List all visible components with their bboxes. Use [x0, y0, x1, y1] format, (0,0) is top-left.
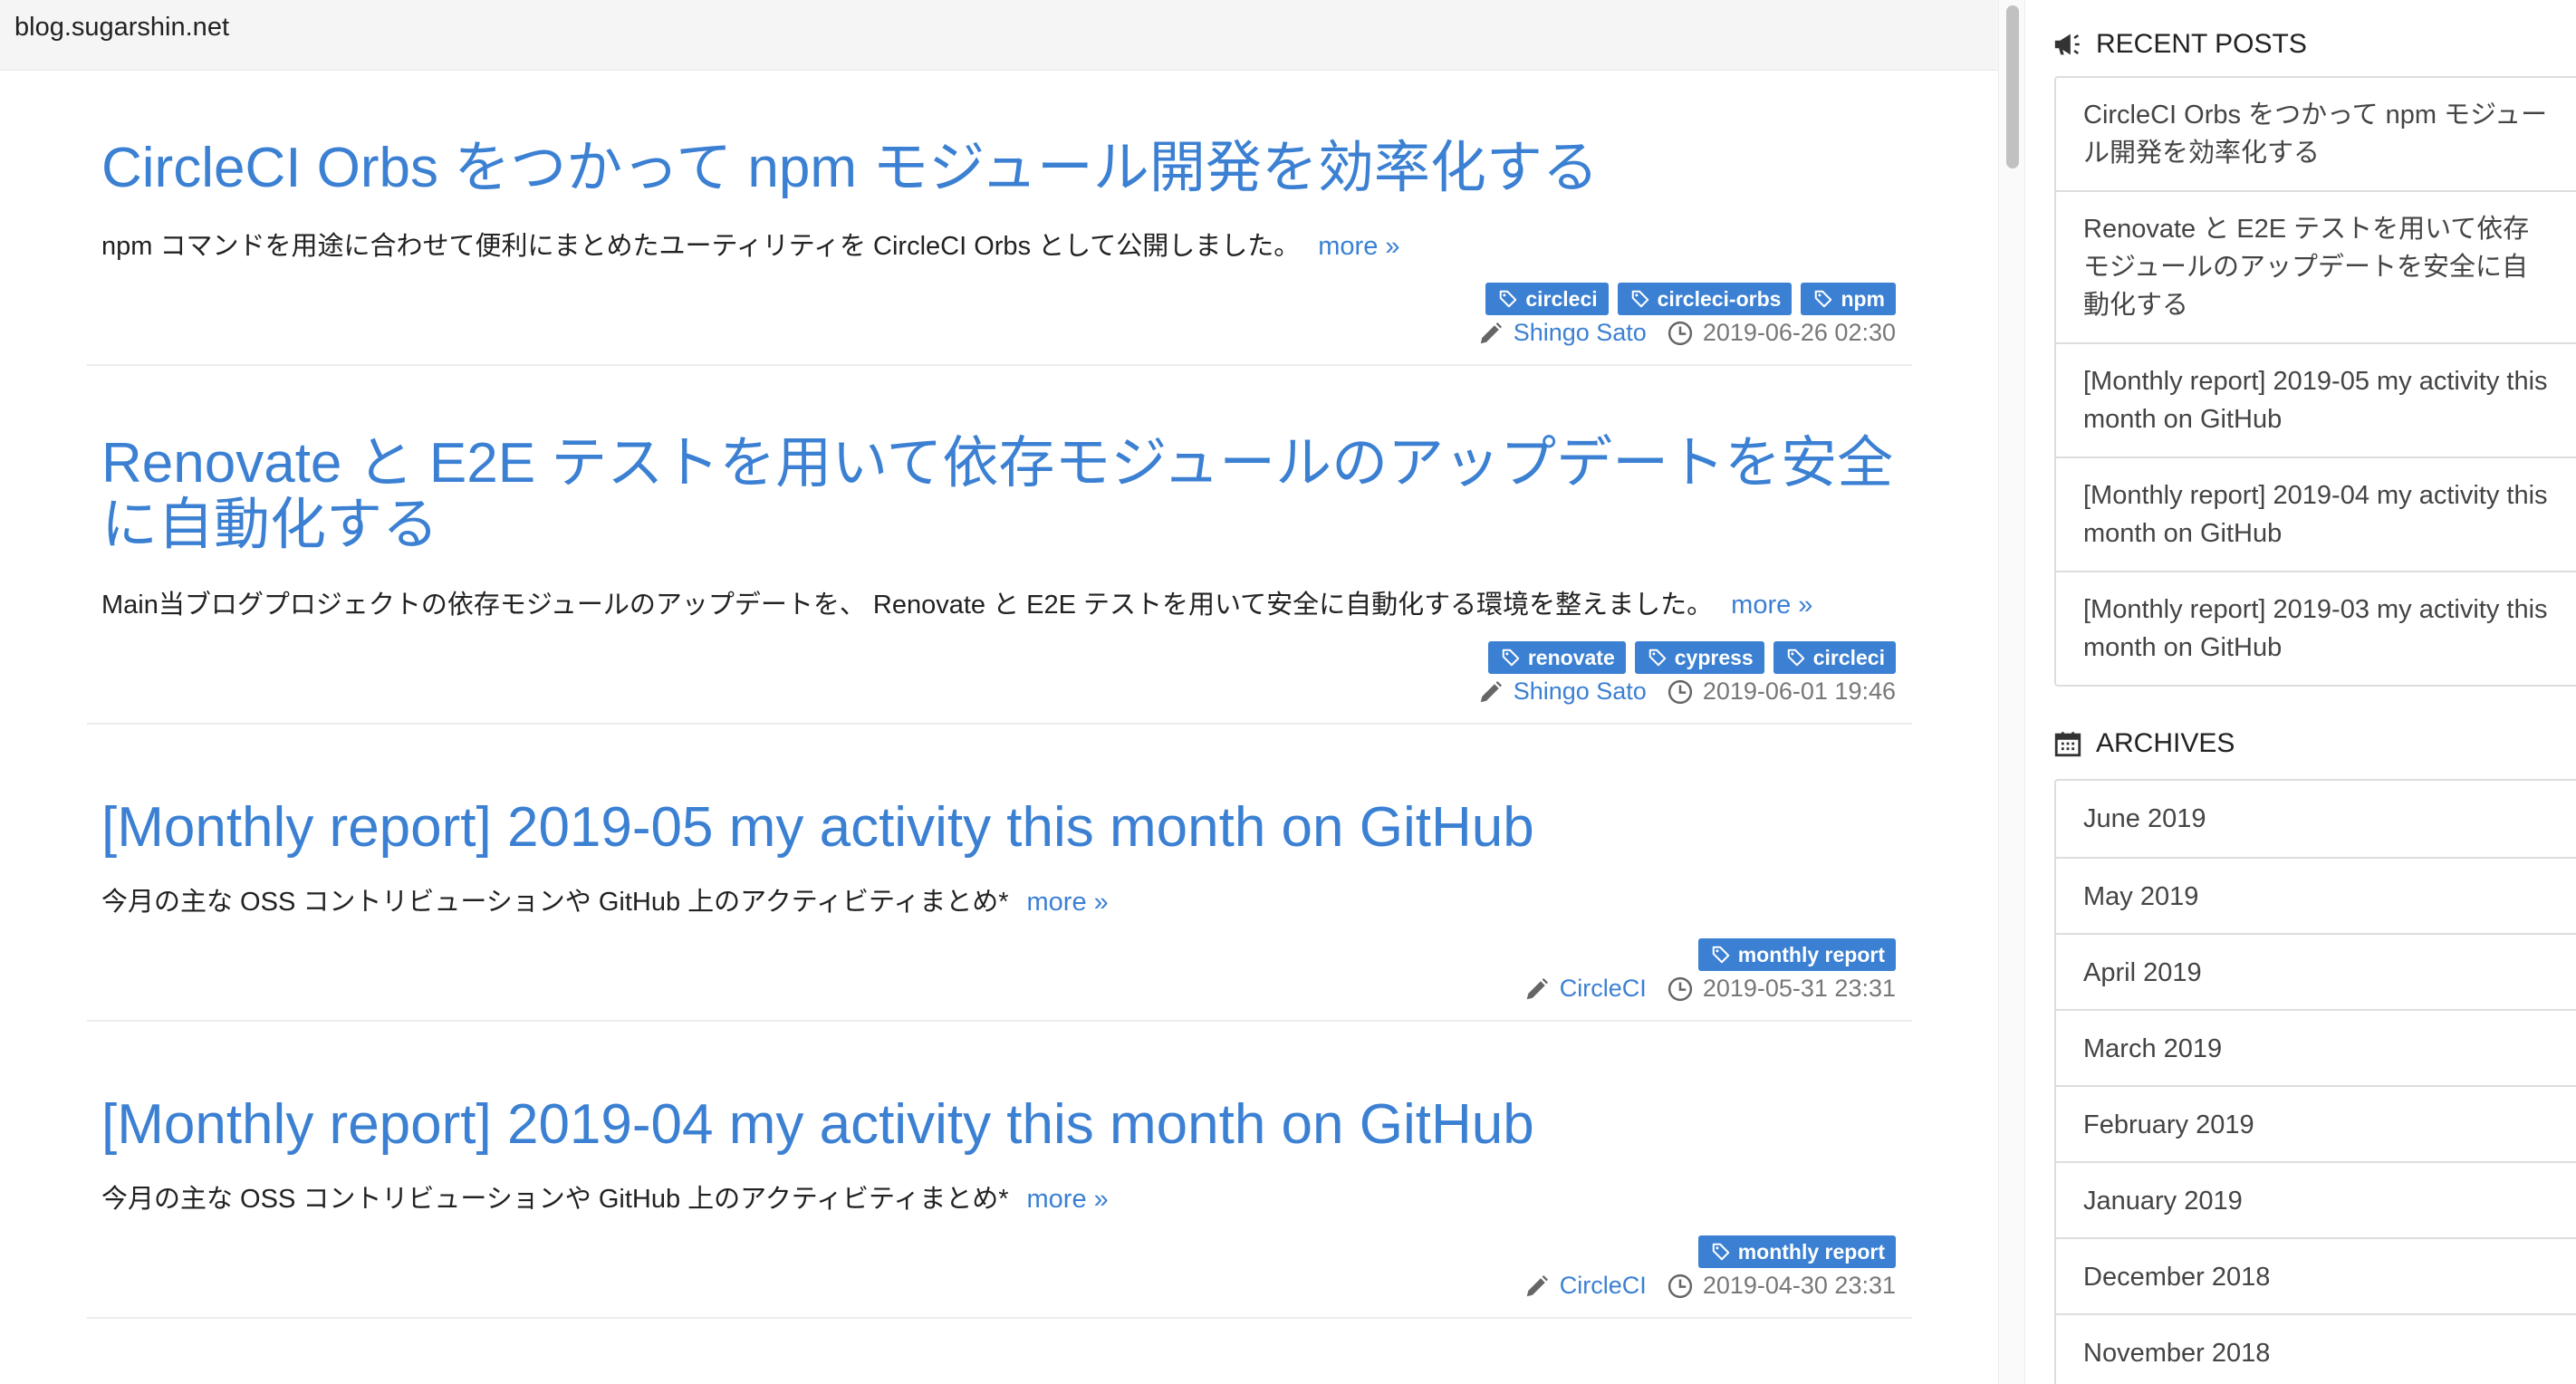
- post-author[interactable]: Shingo Sato: [1514, 678, 1647, 706]
- post-summary: 今月の主な OSS コントリビューションや GitHub 上のアクティビティまと…: [101, 880, 1109, 918]
- post-summary: npm コマンドを用途に合わせて便利にまとめたユーティリティを CircleCI…: [101, 225, 1400, 263]
- post-summary: Main当ブログプロジェクトの依存モジュールのアップデートを、 Renovate…: [101, 583, 1812, 621]
- post-summary-text: 今月の主な OSS コントリビューションや GitHub 上のアクティビティまと…: [101, 888, 1009, 917]
- post-item: CircleCI Orbs をつかって npm モジュール開発を効率化する np…: [87, 71, 1912, 366]
- page: blog.sugarshin.net CircleCI Orbs をつかって n…: [0, 0, 2576, 1384]
- post-list: CircleCI Orbs をつかって npm モジュール開発を効率化する np…: [0, 71, 1998, 1384]
- scrollbar[interactable]: [1998, 0, 2025, 1384]
- tag-icon: [1815, 290, 1832, 308]
- url-text[interactable]: blog.sugarshin.net: [14, 13, 229, 43]
- tag-list: renovate cypress circleci: [1487, 641, 1896, 674]
- post-title[interactable]: [Monthly report] 2019-04 my activity thi…: [101, 1094, 1895, 1156]
- post-date: 2019-05-31 23:31: [1702, 975, 1896, 1002]
- post-title[interactable]: CircleCI Orbs をつかって npm モジュール開発を効率化する: [101, 138, 1895, 199]
- post-summary-text: 今月の主な OSS コントリビューションや GitHub 上のアクティビティまと…: [101, 1185, 1009, 1214]
- tag-label: monthly report: [1737, 943, 1885, 966]
- clock-icon: [1668, 1273, 1692, 1298]
- tag-label: monthly report: [1737, 1240, 1885, 1264]
- recent-post-item[interactable]: Renovate と E2E テストを用いて依存モジュールのアップデートを安全に…: [2056, 190, 2576, 342]
- clock-icon: [1668, 321, 1692, 345]
- more-link[interactable]: more »: [1027, 888, 1109, 917]
- post-meta: Shingo Sato 2019-06-01 19:46: [1477, 678, 1896, 706]
- tag-label: cypress: [1674, 646, 1754, 669]
- tag-badge[interactable]: monthly report: [1697, 938, 1896, 971]
- tag-label: npm: [1841, 287, 1885, 311]
- archives-list: June 2019 May 2019 April 2019 March 2019…: [2054, 779, 2576, 1384]
- post-meta: CircleCI 2019-05-31 23:31: [1523, 975, 1896, 1003]
- more-link[interactable]: more »: [1318, 232, 1399, 261]
- more-link[interactable]: more »: [1731, 591, 1812, 620]
- tag-badge[interactable]: circleci-orbs: [1617, 283, 1793, 315]
- tag-badge[interactable]: monthly report: [1697, 1235, 1896, 1268]
- tag-icon: [1500, 290, 1517, 308]
- post-summary-text: Main当ブログプロジェクトの依存モジュールのアップデートを、 Renovate…: [101, 591, 1714, 620]
- tag-icon: [1712, 1243, 1729, 1261]
- recent-post-item[interactable]: [Monthly report] 2019-03 my activity thi…: [2056, 571, 2576, 685]
- pencil-icon: [1526, 1274, 1548, 1296]
- clock-icon: [1668, 976, 1692, 1001]
- post-author[interactable]: CircleCI: [1560, 975, 1647, 1003]
- post-item: [Monthly report] 2019-05 my activity thi…: [87, 725, 1912, 1022]
- tag-label: renovate: [1527, 646, 1615, 669]
- tag-icon: [1631, 290, 1648, 308]
- archives-heading-text: ARCHIVES: [2096, 728, 2235, 758]
- archive-item[interactable]: June 2019: [2056, 781, 2576, 857]
- tag-list: monthly report: [1697, 938, 1896, 971]
- pencil-icon: [1480, 322, 1502, 343]
- recent-post-item[interactable]: CircleCI Orbs をつかって npm モジュール開発を効率化する: [2056, 78, 2576, 190]
- scrollbar-thumb[interactable]: [2006, 5, 2019, 168]
- post-date: 2019-06-01 19:46: [1702, 678, 1896, 705]
- post-item: Renovate と E2E テストを用いて依存モジュールのアップデートを安全に…: [87, 366, 1912, 725]
- post-title[interactable]: Renovate と E2E テストを用いて依存モジュールのアップデートを安全に…: [101, 433, 1895, 556]
- tag-badge[interactable]: npm: [1801, 283, 1896, 315]
- tag-badge[interactable]: renovate: [1487, 641, 1626, 674]
- tag-list: monthly report: [1697, 1235, 1896, 1268]
- post-date: 2019-04-30 23:31: [1702, 1272, 1896, 1299]
- post-meta: Shingo Sato 2019-06-26 02:30: [1477, 319, 1896, 347]
- archives-heading: ARCHIVES: [2052, 728, 2235, 759]
- post-summary: 今月の主な OSS コントリビューションや GitHub 上のアクティビティまと…: [101, 1177, 1109, 1216]
- archive-item[interactable]: March 2019: [2056, 1009, 2576, 1085]
- pencil-icon: [1480, 680, 1502, 702]
- post-meta: CircleCI 2019-04-30 23:31: [1523, 1272, 1896, 1300]
- recent-posts-heading-text: RECENT POSTS: [2096, 29, 2307, 59]
- archive-item[interactable]: November 2018: [2056, 1313, 2576, 1384]
- post-item: [Monthly report] 2019-04 my activity thi…: [87, 1022, 1912, 1319]
- tag-badge[interactable]: circleci: [1485, 283, 1609, 315]
- clock-icon: [1668, 679, 1692, 704]
- tag-icon: [1787, 649, 1804, 667]
- tag-badge[interactable]: circleci: [1773, 641, 1896, 674]
- archive-item[interactable]: April 2019: [2056, 933, 2576, 1009]
- tag-icon: [1502, 649, 1520, 667]
- recent-posts-list: CircleCI Orbs をつかって npm モジュール開発を効率化する Re…: [2054, 76, 2576, 687]
- more-link[interactable]: more »: [1027, 1185, 1109, 1214]
- post-author[interactable]: CircleCI: [1560, 1272, 1647, 1300]
- archive-item[interactable]: February 2019: [2056, 1085, 2576, 1161]
- archive-item[interactable]: May 2019: [2056, 857, 2576, 933]
- post-date: 2019-06-26 02:30: [1702, 319, 1896, 346]
- tag-list: circleci circleci-orbs npm: [1485, 283, 1896, 315]
- tag-label: circleci: [1812, 646, 1885, 669]
- url-bar[interactable]: blog.sugarshin.net: [0, 0, 2002, 71]
- calendar-icon: [2054, 732, 2081, 757]
- tag-badge[interactable]: cypress: [1634, 641, 1764, 674]
- post-author[interactable]: Shingo Sato: [1514, 319, 1647, 347]
- sidebar: RECENT POSTS CircleCI Orbs をつかって npm モジュ…: [2025, 0, 2576, 1384]
- post-summary-text: npm コマンドを用途に合わせて便利にまとめたユーティリティを CircleCI…: [101, 232, 1301, 261]
- recent-post-item[interactable]: [Monthly report] 2019-04 my activity thi…: [2056, 457, 2576, 571]
- archive-item[interactable]: January 2019: [2056, 1161, 2576, 1237]
- tag-label: circleci-orbs: [1657, 287, 1782, 311]
- tag-icon: [1712, 946, 1729, 964]
- post-title[interactable]: [Monthly report] 2019-05 my activity thi…: [101, 797, 1895, 859]
- recent-posts-heading: RECENT POSTS: [2052, 29, 2307, 60]
- tag-label: circleci: [1525, 287, 1598, 311]
- tag-icon: [1648, 649, 1666, 667]
- archive-item[interactable]: December 2018: [2056, 1237, 2576, 1313]
- recent-post-item[interactable]: [Monthly report] 2019-05 my activity thi…: [2056, 342, 2576, 457]
- pencil-icon: [1526, 977, 1548, 999]
- megaphone-icon: [2054, 34, 2080, 55]
